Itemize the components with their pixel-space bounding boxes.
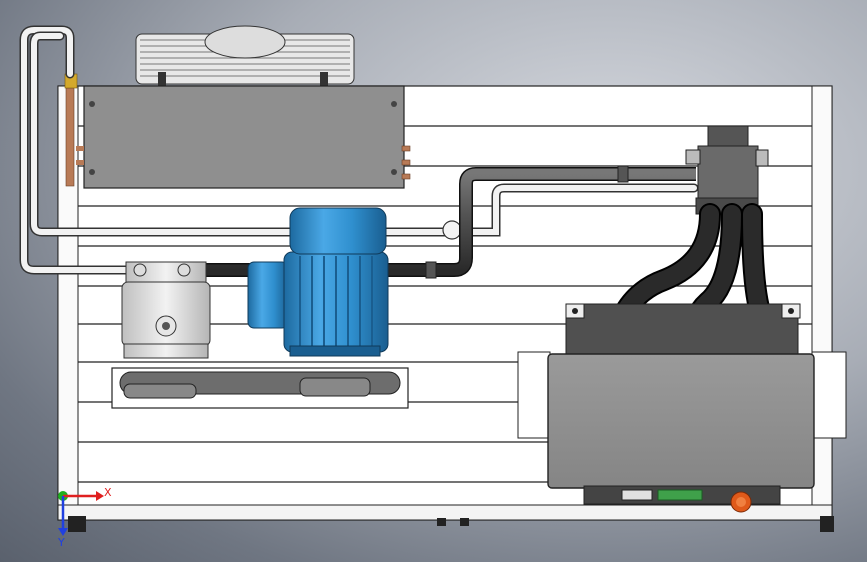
- motor-terminal-box: [289, 207, 387, 255]
- cad-viewport[interactable]: X Y: [0, 0, 867, 562]
- foot-right: [820, 516, 834, 532]
- tank-bracket[interactable]: [565, 303, 801, 355]
- axis-x-label: X: [104, 486, 112, 499]
- condenser-unit[interactable]: [83, 85, 411, 189]
- condenser-fan[interactable]: [135, 25, 355, 86]
- foot-mid-1: [437, 518, 446, 526]
- sight-glass: [442, 220, 462, 240]
- compressor[interactable]: [121, 261, 211, 359]
- belt-drive[interactable]: [111, 367, 409, 409]
- evaporator-tank[interactable]: [517, 351, 847, 513]
- foot-mid-2: [460, 518, 469, 526]
- foot-left: [68, 516, 86, 532]
- axis-y-label: Y: [57, 536, 65, 549]
